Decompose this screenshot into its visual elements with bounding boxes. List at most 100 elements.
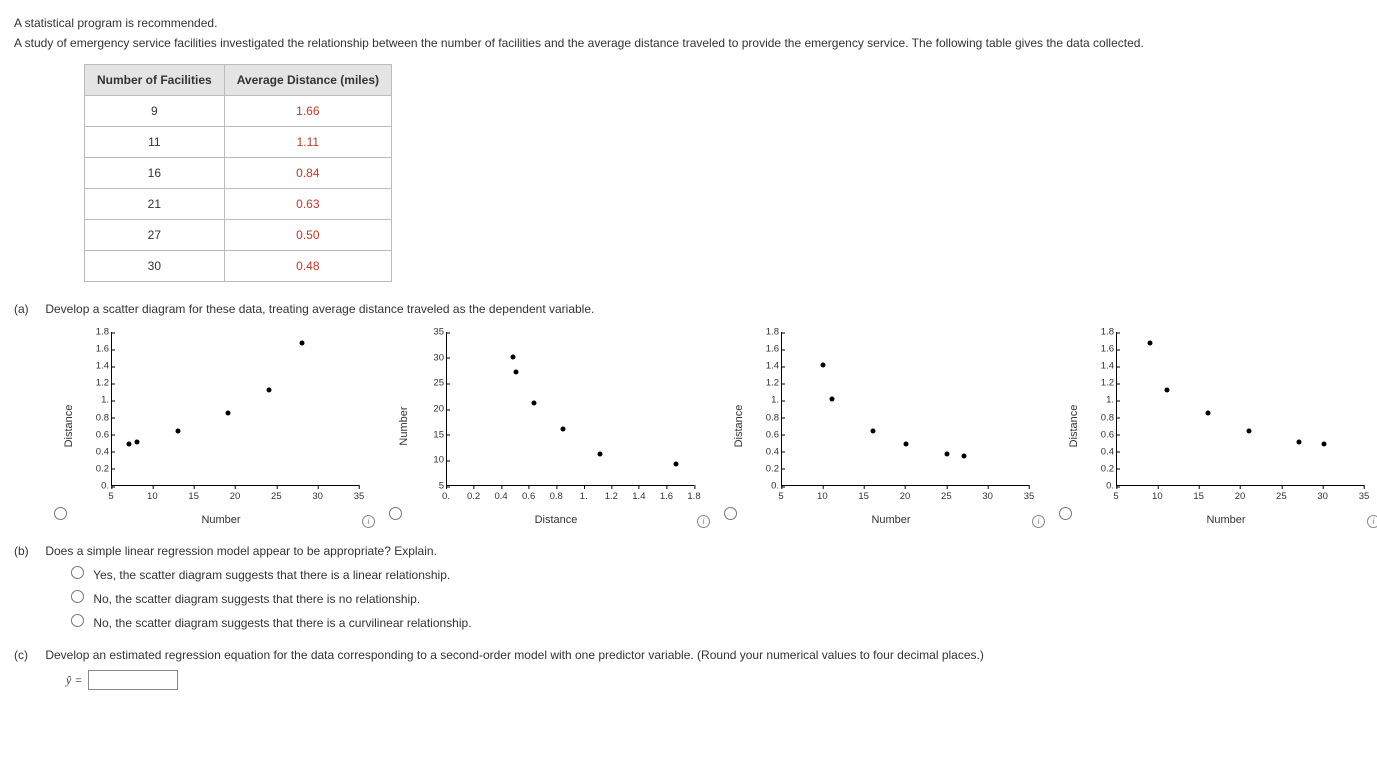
chart-option-2[interactable]: NumberDistance51015202530350.0.20.40.60.… [389,326,706,526]
info-icon[interactable]: i [1032,515,1045,528]
x-tick: 35 [1359,491,1370,502]
table-row: 16 0.84 [85,158,392,189]
y-tick: 10 [428,455,444,466]
y-tick: 0.8 [1098,412,1114,423]
regression-equation-input[interactable] [88,670,178,690]
x-tick: 1.6 [660,491,673,502]
x-tick: 15 [858,491,869,502]
info-icon[interactable]: i [697,515,710,528]
data-point [945,452,950,457]
data-point [225,411,230,416]
data-point [961,453,966,458]
data-point [904,441,909,446]
y-tick: 1.8 [763,327,779,338]
x-tick: 0.4 [495,491,508,502]
y-tick: 1.6 [1098,344,1114,355]
x-tick: 0.2 [467,491,480,502]
y-axis-label: Number [398,406,410,445]
table-row: 27 0.50 [85,220,392,251]
x-tick: 5 [778,491,783,502]
scatter-chart-4: DistanceNumber0.0.20.40.60.81.1.21.41.61… [1076,326,1376,526]
info-icon[interactable]: i [362,515,375,528]
x-tick: 5 [108,491,113,502]
x-tick: 0. [442,491,450,502]
cell-number: 16 [85,158,225,189]
scatter-chart-2: NumberDistance51015202530350.0.20.40.60.… [406,326,706,526]
x-tick: 35 [1024,491,1035,502]
y-tick: 0.8 [763,412,779,423]
y-tick: 1. [763,395,779,406]
y-tick: 0.2 [763,463,779,474]
cell-number: 27 [85,220,225,251]
y-tick: 1.4 [1098,361,1114,372]
chart-option-4[interactable]: DistanceNumber0.0.20.40.60.81.1.21.41.61… [1059,326,1376,526]
chart-option-1[interactable]: DistanceNumber0.0.20.40.60.81.1.21.41.61… [54,326,371,526]
data-point [1148,340,1153,345]
chart-radio-2[interactable] [389,507,402,520]
cell-distance: 0.84 [224,158,391,189]
x-axis-label: Number [1206,514,1245,526]
y-tick: 1.8 [93,327,109,338]
chart-radio-1[interactable] [54,507,67,520]
y-tick: 1.4 [763,361,779,372]
y-tick: 0. [93,481,109,492]
x-tick: 1. [580,491,588,502]
qb-radio-3[interactable] [71,614,84,627]
y-tick: 0.4 [93,446,109,457]
data-point [870,429,875,434]
x-tick: 10 [817,491,828,502]
x-tick: 5 [1113,491,1118,502]
y-tick: 1. [93,395,109,406]
data-point [134,440,139,445]
y-axis-label: Distance [1068,405,1080,448]
scatter-chart-3: DistanceNumber0.0.20.40.60.81.1.21.41.61… [741,326,1041,526]
qb-radio-1[interactable] [71,566,84,579]
chart-radio-3[interactable] [724,507,737,520]
cell-number: 30 [85,251,225,282]
x-tick: 30 [312,491,323,502]
x-tick: 30 [1317,491,1328,502]
qb-option-1[interactable]: Yes, the scatter diagram suggests that t… [66,563,1363,582]
qb-option-2[interactable]: No, the scatter diagram suggests that th… [66,587,1363,606]
cell-distance: 0.48 [224,251,391,282]
data-point [531,400,536,405]
info-icon[interactable]: i [1367,515,1377,528]
x-tick: 0.6 [522,491,535,502]
x-tick: 25 [271,491,282,502]
data-point [300,340,305,345]
y-tick: 0. [763,481,779,492]
x-axis-label: Number [201,514,240,526]
data-point [176,429,181,434]
data-point [560,426,565,431]
y-tick: 0.6 [93,429,109,440]
cell-distance: 0.63 [224,189,391,220]
cell-number: 9 [85,96,225,127]
data-point [1296,440,1301,445]
data-point [1164,388,1169,393]
y-tick: 5 [428,481,444,492]
x-tick: 10 [1152,491,1163,502]
x-tick: 0.8 [550,491,563,502]
y-tick: 0.6 [1098,429,1114,440]
yhat-label: ŷ = [66,673,82,688]
qc-text: Develop an estimated regression equation… [45,648,984,662]
data-point [267,388,272,393]
table-row: 11 1.11 [85,127,392,158]
qb-radio-2[interactable] [71,590,84,603]
qb-option-3[interactable]: No, the scatter diagram suggests that th… [66,611,1363,630]
data-point [829,397,834,402]
qa-text: Develop a scatter diagram for these data… [45,302,594,316]
y-tick: 0.6 [763,429,779,440]
x-tick: 20 [230,491,241,502]
table-row: 30 0.48 [85,251,392,282]
y-tick: 0.4 [1098,446,1114,457]
chart-option-3[interactable]: DistanceNumber0.0.20.40.60.81.1.21.41.61… [724,326,1041,526]
y-tick: 1.8 [1098,327,1114,338]
y-tick: 1.2 [93,378,109,389]
chart-radio-4[interactable] [1059,507,1072,520]
table-row: 9 1.66 [85,96,392,127]
y-tick: 1.6 [93,344,109,355]
y-tick: 35 [428,327,444,338]
x-axis-label: Distance [535,514,578,526]
y-tick: 20 [428,404,444,415]
